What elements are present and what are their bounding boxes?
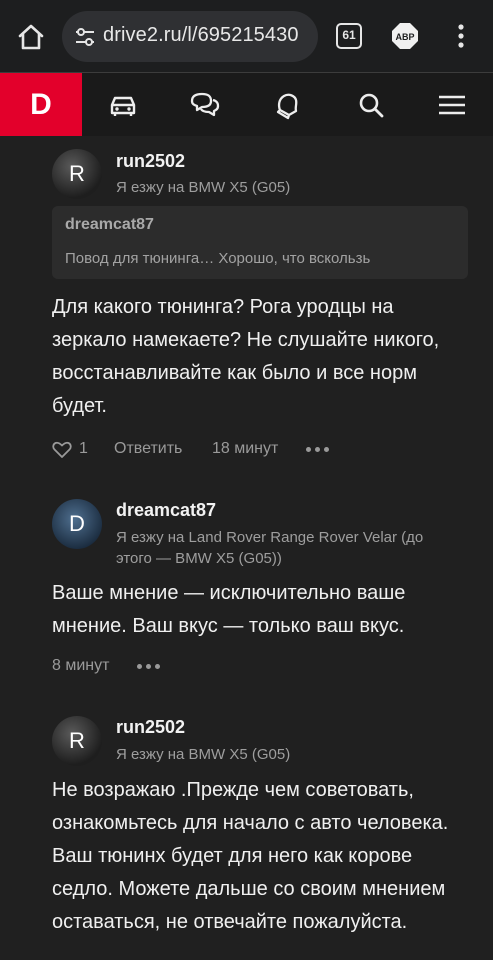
adblock-label: ABP <box>395 32 414 42</box>
home-icon[interactable] <box>16 22 46 52</box>
quoted-reply[interactable]: dreamcat87 Повод для тюнинга… Хорошо, чт… <box>52 206 468 279</box>
quote-text: Повод для тюнинга… Хорошо, что вскользь <box>65 250 371 267</box>
browser-toolbar: drive2.ru/l/695215430 61 ABP <box>0 0 493 72</box>
like-count: 1 <box>79 440 88 457</box>
avatar[interactable]: D <box>52 499 102 549</box>
site-settings-icon[interactable] <box>74 26 96 48</box>
quote-author: dreamcat87 <box>65 216 154 233</box>
url-text: drive2.ru/l/695215430 <box>103 24 299 46</box>
like-heart-icon[interactable] <box>52 441 72 459</box>
comments-feed: R run2502 Я езжу на BMW X5 (G05) dreamca… <box>0 136 493 960</box>
comment-actions: 8 минут <box>52 657 252 677</box>
avatar-letter: R <box>69 728 85 753</box>
avatar-letter: D <box>69 511 85 536</box>
chat-icon[interactable] <box>189 89 221 121</box>
avatar-letter: R <box>69 161 85 186</box>
more-options-icon[interactable] <box>137 664 161 670</box>
comment-author[interactable]: run2502 <box>116 151 185 172</box>
reply-button[interactable]: Ответить <box>114 440 182 458</box>
tab-switcher-button[interactable]: 61 <box>336 23 362 49</box>
drive2-logo[interactable]: D <box>0 73 82 136</box>
avatar[interactable]: R <box>52 149 102 199</box>
author-car[interactable]: Я езжу на Land Rover Range Rover Velar (… <box>116 527 436 569</box>
avatar[interactable]: R <box>52 716 102 766</box>
address-bar[interactable]: drive2.ru/l/695215430 <box>62 11 318 62</box>
comment-text: Не возражаю .Прежде чем советовать, озна… <box>52 779 449 933</box>
hamburger-menu-icon[interactable] <box>436 89 468 121</box>
more-vert-icon[interactable] <box>451 22 471 50</box>
comment-text: Для какого тюнинга? Рога уродцы на зерка… <box>52 296 440 417</box>
author-car[interactable]: Я езжу на BMW X5 (G05) <box>116 744 446 765</box>
adblock-icon[interactable]: ABP <box>391 22 419 50</box>
comment-actions: 1 Ответить 18 минут <box>52 440 352 460</box>
search-icon[interactable] <box>355 89 387 121</box>
comment-time: 8 минут <box>52 657 110 674</box>
more-options-icon[interactable] <box>306 447 330 453</box>
author-car[interactable]: Я езжу на BMW X5 (G05) <box>116 177 446 198</box>
comment-author[interactable]: dreamcat87 <box>116 500 216 521</box>
logo-letter: D <box>30 88 52 121</box>
comment-text: Ваше мнение — исключительно ваше мнение.… <box>52 582 406 637</box>
bell-icon[interactable] <box>271 89 303 121</box>
comment-author[interactable]: run2502 <box>116 717 185 738</box>
comment-time: 18 минут <box>212 440 279 457</box>
car-icon[interactable] <box>107 89 139 121</box>
site-header: D <box>0 73 493 136</box>
